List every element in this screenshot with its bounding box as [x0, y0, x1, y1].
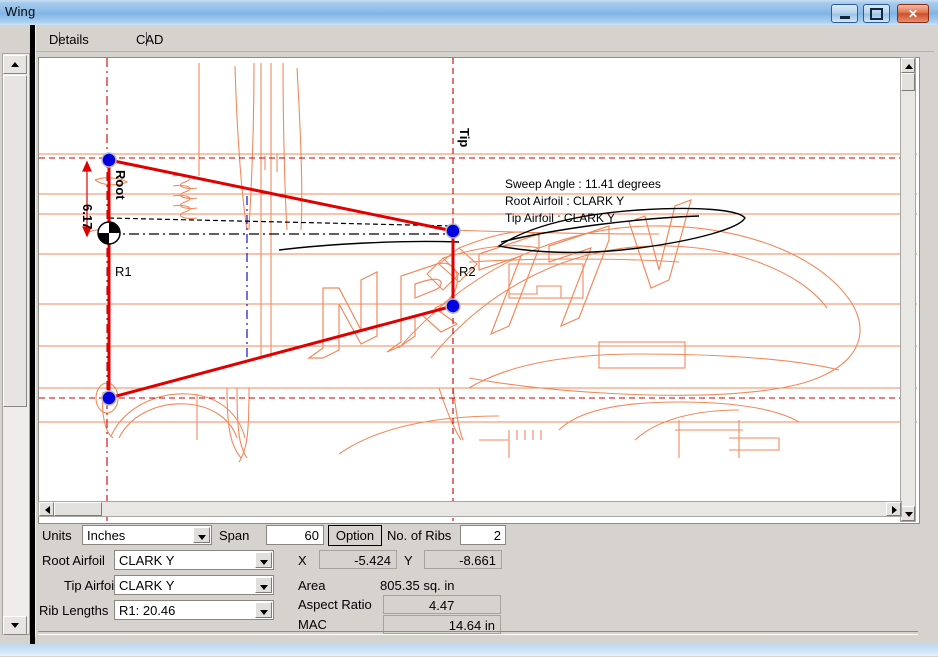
- blueprint-drawing: [39, 62, 917, 463]
- area-label: Area: [298, 578, 326, 593]
- window-title: Wing: [5, 4, 36, 19]
- cad-drawing-canvas[interactable]: Root Tip 6.17 R1 R2 Sweep Angle : 11.41 …: [38, 57, 920, 524]
- scroll-down-button[interactable]: [901, 506, 915, 521]
- tab-strip: Details CAD: [36, 30, 934, 52]
- annotation-sweep-angle: Sweep Angle : 11.41 degrees: [505, 177, 661, 191]
- chevron-down-icon[interactable]: [193, 527, 210, 543]
- tab-details-label: Details: [49, 32, 89, 47]
- units-value: Inches: [87, 528, 126, 543]
- node-tip-leading: [445, 223, 461, 239]
- annotation-root-airfoil: Root Airfoil : CLARK Y: [505, 194, 624, 208]
- tab-underline: [36, 51, 934, 52]
- tab-cad[interactable]: CAD: [126, 30, 163, 51]
- ribs-input[interactable]: 2: [460, 525, 506, 545]
- root-airfoil-label: Root Airfoil: [42, 553, 105, 568]
- mac-label: MAC: [298, 617, 327, 632]
- aspect-ratio-label: Aspect Ratio: [298, 597, 372, 612]
- y-value: -8.661: [459, 553, 496, 568]
- label-rib-1: R1: [115, 264, 132, 279]
- scroll-right-button[interactable]: [886, 502, 901, 516]
- tip-airfoil-value: CLARK Y: [119, 578, 175, 593]
- label-root-station: Root: [113, 170, 128, 200]
- chevron-down-icon[interactable]: [255, 602, 272, 618]
- root-airfoil-select[interactable]: CLARK Y: [114, 550, 274, 570]
- rib-lengths-label: Rib Lengths: [39, 603, 109, 618]
- horizontal-scroll-thumb[interactable]: [54, 502, 102, 516]
- rib-lengths-select[interactable]: R1: 20.46: [114, 600, 274, 620]
- desktop-bottom-strip: [0, 644, 938, 656]
- x-value-field: -5.424: [319, 550, 397, 569]
- tip-airfoil-select[interactable]: CLARK Y: [114, 575, 274, 595]
- x-value: -5.424: [354, 553, 391, 568]
- label-rib-2: R2: [459, 264, 476, 279]
- minimize-button[interactable]: [831, 4, 858, 23]
- wing-window: Wing ✕ Details CAD Root Tip 6.17 R1 R2 S…: [0, 0, 938, 656]
- tab-details[interactable]: Details: [39, 30, 89, 51]
- close-icon: ✕: [907, 6, 919, 21]
- span-label: Span: [219, 528, 250, 543]
- leading-edge: [107, 158, 455, 233]
- maximize-button[interactable]: [863, 4, 890, 23]
- option-button[interactable]: Option: [328, 525, 382, 546]
- close-button[interactable]: ✕: [897, 4, 929, 23]
- label-tip-station: Tip: [457, 128, 472, 147]
- tip-airfoil-label: Tip Airfoil: [64, 578, 117, 593]
- span-input[interactable]: 60: [266, 525, 324, 545]
- trailing-edge: [107, 304, 455, 400]
- label-dimension: 6.17: [80, 204, 95, 229]
- aspect-ratio-field: 4.47: [383, 595, 501, 614]
- x-label: X: [298, 553, 307, 568]
- construction-lines: [39, 58, 917, 521]
- window-client-area: Details CAD Root Tip 6.17 R1 R2 Sweep An…: [35, 25, 934, 637]
- node-root-leading: [101, 152, 117, 168]
- parameter-form: Units Inches Span 60 Option No. of Ribs …: [38, 523, 918, 634]
- maximize-icon: [864, 5, 889, 22]
- span-value: 60: [304, 528, 319, 543]
- ribs-value: 2: [493, 528, 501, 543]
- units-select[interactable]: Inches: [82, 525, 212, 545]
- y-value-field: -8.661: [424, 550, 502, 569]
- title-bar[interactable]: Wing ✕: [0, 0, 938, 25]
- canvas-vertical-scrollbar[interactable]: [900, 57, 916, 522]
- canvas-horizontal-scrollbar[interactable]: [38, 501, 902, 517]
- wing-node-handles: [101, 152, 461, 406]
- scroll-left-button[interactable]: [39, 502, 54, 516]
- rib-lengths-value: R1: 20.46: [119, 603, 176, 618]
- aspect-ratio-value: 4.47: [429, 598, 455, 613]
- ribs-label: No. of Ribs: [387, 528, 452, 543]
- root-airfoil-value: CLARK Y: [119, 553, 175, 568]
- units-label: Units: [42, 528, 72, 543]
- annotation-tip-airfoil: Tip Airfoil : CLARK Y: [505, 211, 615, 225]
- y-label: Y: [404, 553, 413, 568]
- node-root-trailing: [101, 390, 117, 406]
- node-tip-trailing: [445, 298, 461, 314]
- area-value: 805.35 sq. in: [380, 578, 455, 593]
- chevron-down-icon[interactable]: [255, 577, 272, 593]
- window-bottom-divider: [38, 631, 918, 635]
- scroll-up-button[interactable]: [901, 58, 915, 73]
- tab-cad-label: CAD: [136, 32, 164, 47]
- minimize-icon: [832, 5, 857, 22]
- chevron-down-icon[interactable]: [255, 552, 272, 568]
- cg-marker: [97, 221, 121, 245]
- vertical-scroll-thumb[interactable]: [901, 73, 915, 91]
